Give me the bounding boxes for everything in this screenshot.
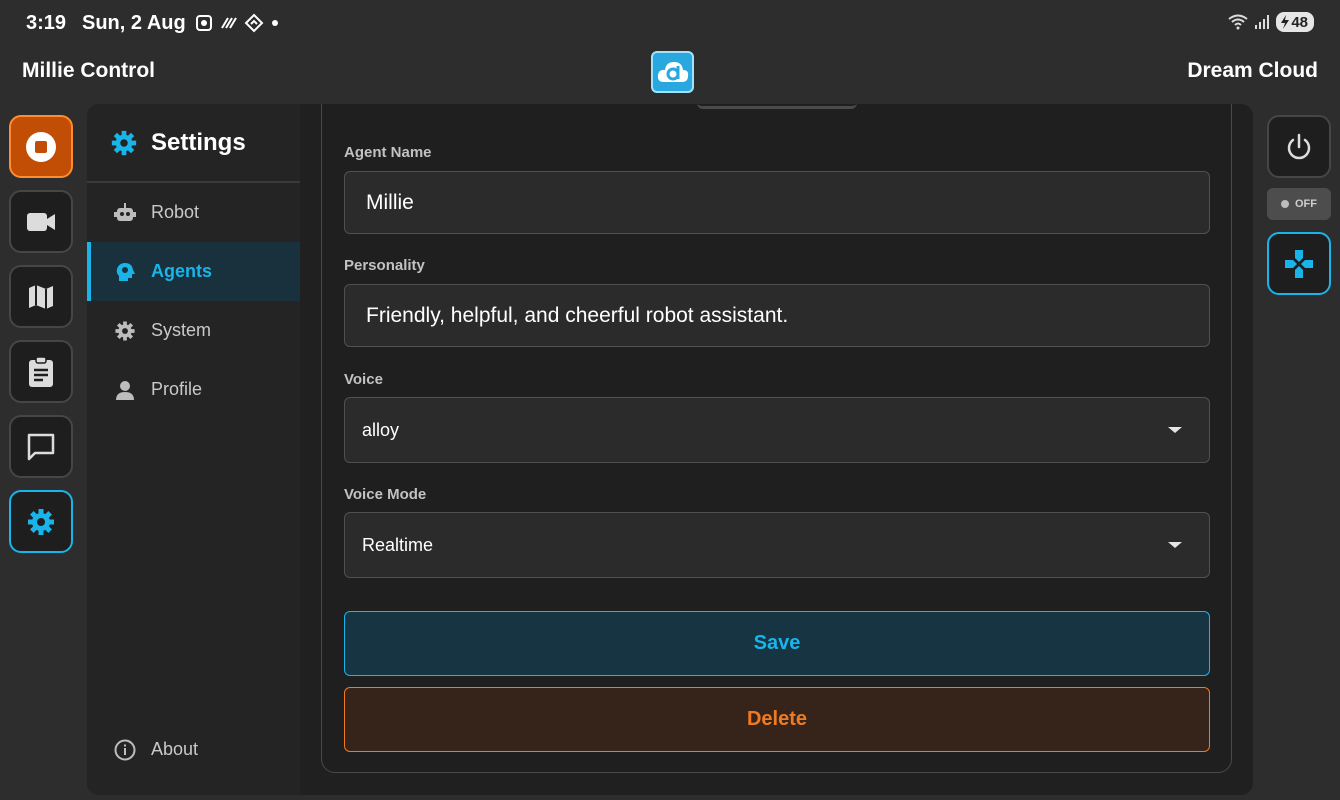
battery-level: 48 [1291, 13, 1308, 31]
clipboard-icon [29, 355, 53, 387]
gear-icon [111, 130, 137, 155]
settings-item-agents[interactable]: Agents [87, 242, 300, 301]
settings-sidebar: Settings Robot Agents System Profile Abo… [87, 104, 300, 795]
voice-mode-value: Realtime [362, 534, 434, 555]
charging-bolt-icon [1281, 15, 1290, 29]
gear-icon [28, 508, 54, 535]
settings-item-label: Agents [151, 261, 213, 281]
screenshot-icon [196, 15, 212, 31]
card-handle [697, 104, 857, 109]
chat-nav-button[interactable] [9, 415, 73, 478]
settings-panel: Settings Robot Agents System Profile Abo… [87, 104, 1253, 795]
voice-mode-select[interactable]: Realtime [344, 512, 1210, 578]
battery-indicator: 48 [1276, 12, 1314, 32]
agent-name-input[interactable]: Millie [344, 171, 1210, 234]
gear-icon [115, 320, 135, 341]
diamond-icon [244, 13, 264, 33]
agent-form-card: Agent Name Millie Personality Friendly, … [321, 104, 1232, 773]
settings-item-label: System [151, 320, 212, 340]
settings-item-about[interactable]: About [87, 720, 300, 779]
agent-head-icon [116, 262, 135, 281]
info-icon [114, 739, 136, 760]
settings-item-label: Profile [151, 379, 203, 399]
right-controls: OFF [1267, 115, 1331, 295]
dropdown-arrow-icon [1168, 427, 1182, 433]
agent-name-value: Millie [366, 190, 414, 214]
dot-icon [272, 20, 278, 26]
gamepad-icon [1285, 249, 1313, 278]
voice-label: Voice [344, 371, 383, 388]
settings-item-profile[interactable]: Profile [87, 360, 300, 419]
cell-signal-icon [1255, 15, 1270, 29]
status-time: 3:19 [26, 12, 67, 34]
status-system-icons: 48 [1228, 12, 1314, 32]
stop-button[interactable] [9, 115, 73, 178]
robot-icon [114, 202, 136, 221]
cloud-logo-icon [657, 62, 688, 82]
toggle-label: OFF [1295, 198, 1317, 210]
dream-cloud-logo [651, 51, 694, 93]
tasks-nav-button[interactable] [9, 340, 73, 403]
left-nav [9, 115, 73, 565]
personality-input[interactable]: Friendly, helpful, and cheerful robot as… [344, 284, 1210, 347]
toggle-dot [1281, 200, 1289, 208]
power-toggle[interactable]: OFF [1267, 188, 1331, 220]
save-button[interactable]: Save [344, 611, 1210, 676]
settings-title: Settings [151, 128, 246, 156]
stop-icon [26, 131, 56, 162]
status-notification-icons [194, 13, 280, 33]
dropdown-arrow-icon [1168, 542, 1182, 548]
brand-title: Dream Cloud [1187, 59, 1318, 82]
map-icon [29, 284, 53, 309]
person-icon [116, 380, 134, 400]
settings-nav-button[interactable] [9, 490, 73, 553]
status-bar: 3:19 Sun, 2 Aug 48 [0, 0, 1340, 48]
delete-button[interactable]: Delete [344, 687, 1210, 752]
video-camera-icon [27, 212, 55, 231]
power-button[interactable] [1267, 115, 1331, 178]
personality-label: Personality [344, 257, 425, 274]
voice-select[interactable]: alloy [344, 397, 1210, 463]
voice-mode-label: Voice Mode [344, 486, 427, 503]
signal-lines-icon [221, 17, 237, 29]
gamepad-button[interactable] [1267, 232, 1331, 295]
camera-nav-button[interactable] [9, 190, 73, 253]
chat-bubble-icon [27, 433, 55, 460]
app-title: Millie Control [22, 59, 155, 82]
agent-name-label: Agent Name [344, 144, 432, 161]
personality-value: Friendly, helpful, and cheerful robot as… [366, 303, 789, 327]
settings-item-robot[interactable]: Robot [87, 183, 300, 242]
wifi-icon [1228, 14, 1248, 30]
power-icon [1287, 133, 1311, 159]
status-date: Sun, 2 Aug [82, 12, 186, 34]
settings-item-system[interactable]: System [87, 301, 300, 360]
map-nav-button[interactable] [9, 265, 73, 328]
settings-item-label: Robot [151, 202, 200, 222]
settings-item-label: About [151, 739, 199, 759]
settings-header: Settings [87, 104, 300, 183]
voice-value: alloy [362, 419, 400, 440]
